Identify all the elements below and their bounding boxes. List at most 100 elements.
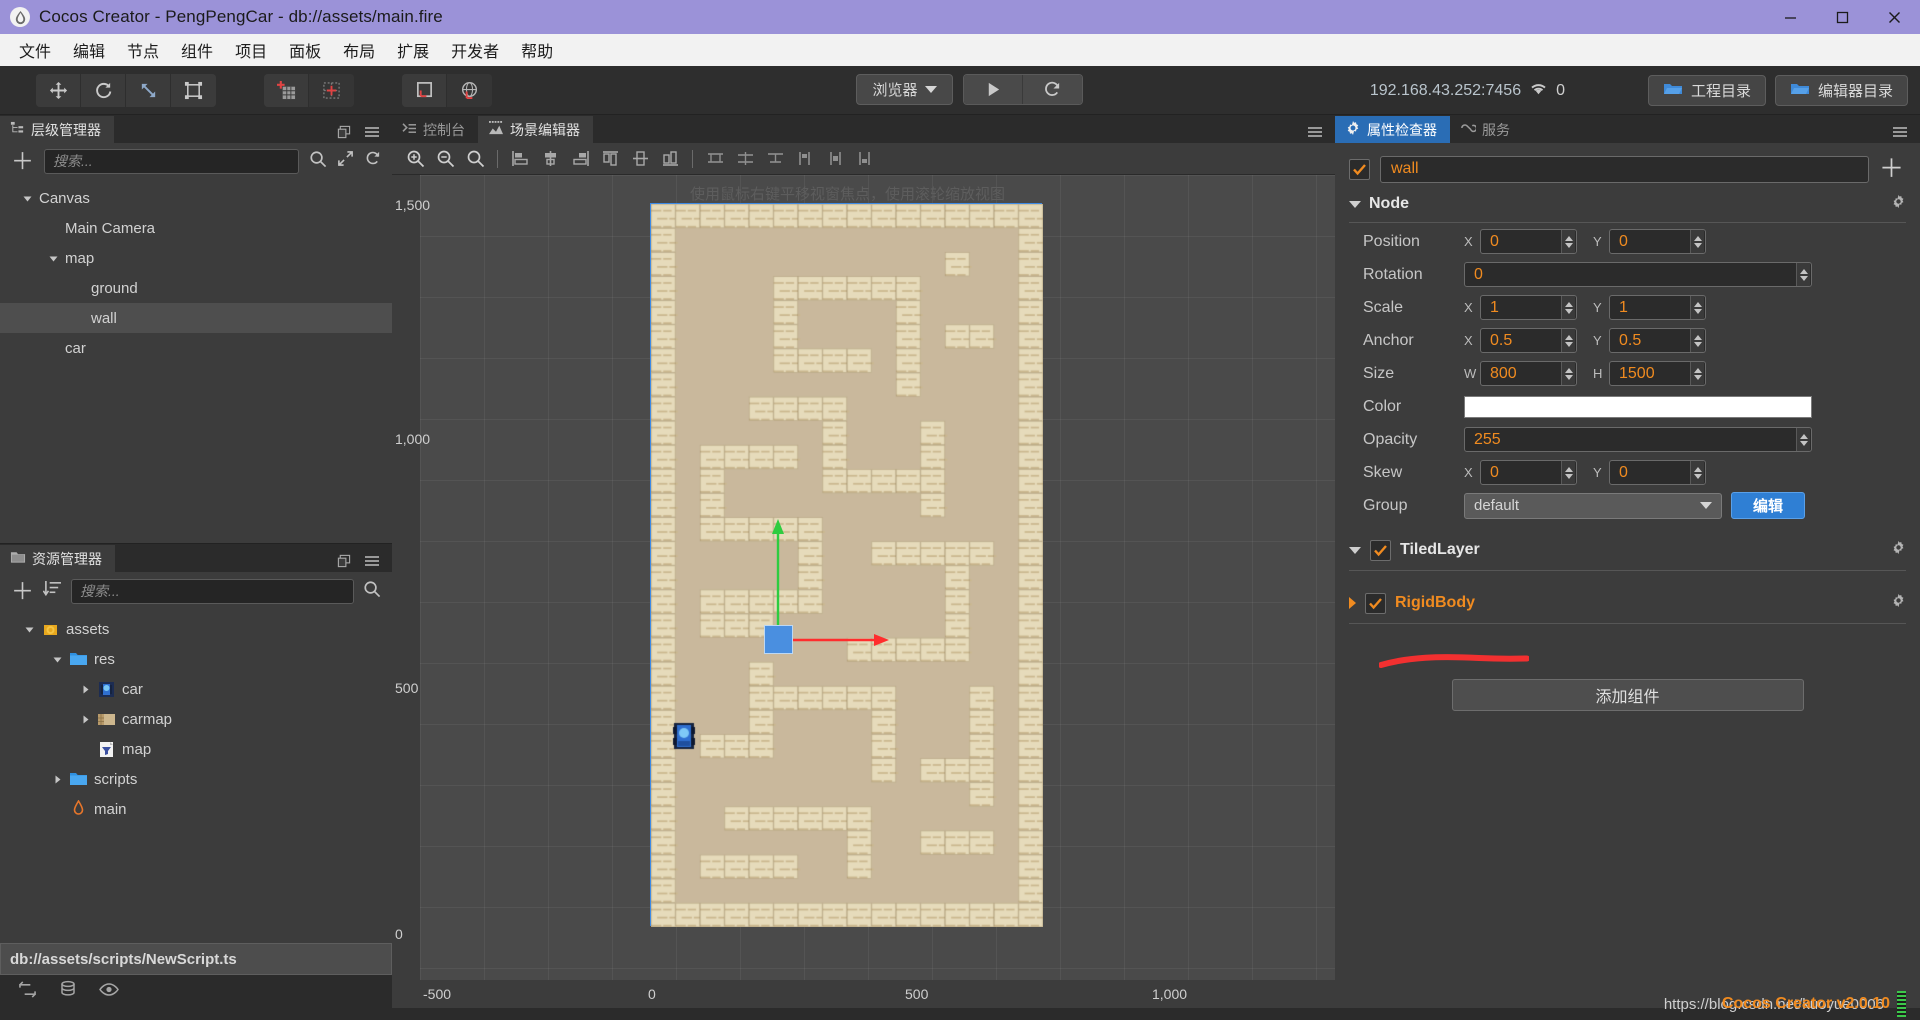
add-component-button[interactable]: 添加组件 <box>1451 679 1804 711</box>
hierarchy-tree[interactable]: Canvas Main Camera map ground wall car <box>0 179 392 543</box>
hamburger-icon[interactable] <box>1307 125 1323 139</box>
menu-item-layout[interactable]: 布局 <box>332 35 386 65</box>
asset-item-main[interactable]: main <box>0 794 392 824</box>
gear-icon[interactable] <box>1891 194 1906 214</box>
stepper-arrows[interactable] <box>1561 461 1575 484</box>
align-center-h-icon[interactable] <box>535 144 565 174</box>
property-input-position-y[interactable]: 0 <box>1609 229 1706 254</box>
play-button[interactable] <box>964 75 1023 104</box>
tab-inspector[interactable]: 属性检查器 <box>1335 116 1450 143</box>
dist-left-icon[interactable] <box>700 144 730 174</box>
asset-item-scripts[interactable]: scripts <box>0 764 392 794</box>
stepper-arrows[interactable] <box>1796 263 1810 286</box>
property-input-skew-x[interactable]: 0 <box>1480 460 1577 485</box>
dist-bottom-icon[interactable] <box>850 144 880 174</box>
hierarchy-node-car[interactable]: car <box>0 333 392 363</box>
search-icon[interactable] <box>363 580 381 603</box>
dist-center-icon[interactable] <box>730 144 760 174</box>
zoom-in-icon[interactable] <box>400 144 430 174</box>
scale-tool-icon[interactable] <box>126 73 171 107</box>
chevron-right-icon[interactable] <box>50 772 64 786</box>
refresh-preview-button[interactable] <box>1023 75 1082 104</box>
hierarchy-node-main-camera[interactable]: Main Camera <box>0 213 392 243</box>
chevron-right-icon[interactable] <box>78 712 92 726</box>
gear-icon[interactable] <box>1891 593 1906 613</box>
add-node-button[interactable]: ＋ <box>11 149 34 173</box>
menu-item-developer[interactable]: 开发者 <box>440 35 510 65</box>
tab-assets[interactable]: 资源管理器 <box>0 545 115 572</box>
pivot-icon[interactable] <box>264 73 309 107</box>
edit-group-button[interactable]: 编辑 <box>1731 492 1805 519</box>
chevron-down-icon[interactable] <box>1349 546 1361 554</box>
hierarchy-search-input[interactable] <box>53 153 290 169</box>
align-top-icon[interactable] <box>595 144 625 174</box>
menu-item-file[interactable]: 文件 <box>8 35 62 65</box>
stepper-arrows[interactable] <box>1796 428 1810 451</box>
property-color-swatch[interactable] <box>1464 395 1812 418</box>
zoom-reset-icon[interactable] <box>460 144 490 174</box>
hierarchy-node-canvas[interactable]: Canvas <box>0 183 392 213</box>
component-enabled-checkbox[interactable] <box>1370 539 1391 561</box>
stepper-arrows[interactable] <box>1561 362 1575 385</box>
car-sprite[interactable] <box>669 721 699 751</box>
add-node-property-button[interactable]: ＋ <box>1879 156 1906 182</box>
grid-snap-icon[interactable] <box>309 73 354 107</box>
property-input-rotation[interactable]: 0 <box>1464 262 1812 287</box>
rotate-tool-icon[interactable] <box>81 73 126 107</box>
move-tool-icon[interactable] <box>36 73 81 107</box>
open-editor-dir-button[interactable]: 编辑器目录 <box>1774 75 1908 106</box>
assets-tree[interactable]: assets res car carmap map scripts main <box>0 610 392 943</box>
close-button[interactable] <box>1868 0 1920 34</box>
assets-search-input[interactable] <box>80 583 345 599</box>
align-left-icon[interactable] <box>505 144 535 174</box>
sync-icon[interactable] <box>18 980 37 1003</box>
chevron-down-icon[interactable] <box>50 652 64 666</box>
node-section-header[interactable]: Node <box>1349 189 1906 219</box>
refresh-icon[interactable] <box>364 150 381 172</box>
align-bottom-icon[interactable] <box>655 144 685 174</box>
search-icon[interactable] <box>309 150 327 173</box>
local-coord-icon[interactable] <box>402 73 447 107</box>
align-middle-v-icon[interactable] <box>625 144 655 174</box>
menu-item-project[interactable]: 项目 <box>224 35 278 65</box>
hierarchy-node-map[interactable]: map <box>0 243 392 273</box>
chevron-down-icon[interactable] <box>20 191 34 205</box>
property-input-scale-x[interactable]: 1 <box>1480 295 1577 320</box>
stepper-arrows[interactable] <box>1690 230 1704 253</box>
scene-viewport[interactable]: 使用鼠标右键平移视窗焦点，使用滚轮缩放视图 1,500 1,000 500 0 … <box>392 175 1335 1008</box>
preview-target-dropdown[interactable]: 浏览器 <box>856 74 953 105</box>
dist-top-icon[interactable] <box>790 144 820 174</box>
tab-services[interactable]: 服务 <box>1450 116 1523 143</box>
property-input-skew-y[interactable]: 0 <box>1609 460 1706 485</box>
database-icon[interactable] <box>59 980 77 1003</box>
tab-console[interactable]: 控制台 <box>392 116 478 143</box>
hamburger-icon[interactable] <box>364 125 380 139</box>
property-input-anchor-x[interactable]: 0.5 <box>1480 328 1577 353</box>
node-enabled-checkbox[interactable] <box>1349 158 1370 180</box>
asset-item-car[interactable]: car <box>0 674 392 704</box>
gear-icon[interactable] <box>1891 540 1906 560</box>
add-asset-button[interactable]: ＋ <box>11 579 34 603</box>
stepper-arrows[interactable] <box>1690 329 1704 352</box>
property-select-group[interactable]: default <box>1464 492 1722 519</box>
dist-right-icon[interactable] <box>760 144 790 174</box>
global-coord-icon[interactable] <box>447 73 492 107</box>
hierarchy-node-ground[interactable]: ground <box>0 273 392 303</box>
property-input-opacity[interactable]: 255 <box>1464 427 1812 452</box>
hamburger-icon[interactable] <box>1892 125 1908 139</box>
component-header-rigidbody[interactable]: RigidBody <box>1349 585 1906 621</box>
stepper-arrows[interactable] <box>1561 230 1575 253</box>
maximize-button[interactable] <box>1816 0 1868 34</box>
component-enabled-checkbox[interactable] <box>1365 592 1386 614</box>
property-input-position-x[interactable]: 0 <box>1480 229 1577 254</box>
transform-gizmo[interactable] <box>692 505 892 705</box>
menu-item-component[interactable]: 组件 <box>170 35 224 65</box>
stepper-arrows[interactable] <box>1561 296 1575 319</box>
asset-item-res[interactable]: res <box>0 644 392 674</box>
chevron-right-icon[interactable] <box>1349 597 1356 609</box>
menu-item-extension[interactable]: 扩展 <box>386 35 440 65</box>
assets-search-box[interactable] <box>71 578 354 604</box>
asset-item-assets[interactable]: assets <box>0 614 392 644</box>
chevron-down-icon[interactable] <box>46 251 60 265</box>
dock-icon[interactable] <box>337 554 351 568</box>
